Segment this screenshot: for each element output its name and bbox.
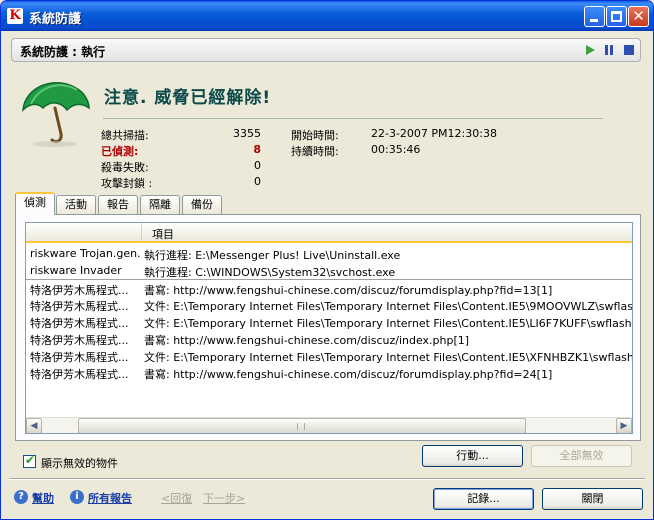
stop-icon[interactable] [624, 45, 634, 55]
close-window-button[interactable]: ✕ [628, 6, 649, 27]
failed-label: 殺毒失敗: [101, 161, 149, 174]
show-inactive-checkbox[interactable]: ✔ [23, 453, 36, 468]
row-item-path: 文件: E:\Temporary Internet Files\Temporar… [144, 317, 633, 330]
table-row[interactable]: riskware Trojan.gen... 執行進程: E:\Messenge… [26, 245, 632, 262]
failed-value: 0 [254, 159, 261, 172]
row-threat-name: 特洛伊芳木馬程式... [30, 300, 129, 313]
table-row[interactable]: 特洛伊芳木馬程式... 文件: E:\Temporary Internet Fi… [26, 347, 632, 364]
tab-detected[interactable]: 偵測 [15, 192, 55, 215]
tab-activity[interactable]: 活動 [56, 195, 96, 214]
scrollbar-thumb[interactable] [78, 418, 526, 433]
start-time-value: 22-3-2007 PM12:30:38 [371, 127, 497, 140]
checkmark-icon: ✔ [25, 453, 36, 467]
minimize-icon [590, 19, 598, 22]
table-row[interactable]: 特洛伊芳木馬程式... 書寫: http://www.fengshui-chin… [26, 279, 632, 297]
kaspersky-app-icon: K [7, 8, 23, 24]
duration-label: 持續時間: [291, 145, 339, 158]
duration-value: 00:35:46 [371, 143, 421, 156]
scroll-right-icon[interactable]: ▶ [616, 418, 632, 433]
play-icon[interactable] [586, 45, 595, 55]
detected-value: 8 [253, 143, 261, 156]
help-icon[interactable]: ? [14, 490, 28, 504]
table-row[interactable]: 特洛伊芳木馬程式... 書寫: http://www.fengshui-chin… [26, 330, 632, 347]
row-item-path: 文件: E:\Temporary Internet Files\Temporar… [144, 300, 633, 313]
scanned-value: 3355 [233, 127, 261, 140]
row-item-path: 文件: E:\Temporary Internet Files\Temporar… [144, 351, 633, 364]
row-threat-name: 特洛伊芳木馬程式... [30, 334, 129, 347]
close-button[interactable]: 關閉 [542, 488, 643, 510]
heading-divider [103, 118, 603, 119]
status-heading: 注意. 威脅已經解除! [104, 88, 272, 108]
blocked-label: 攻擊封鎖 : [101, 177, 153, 190]
table-row[interactable]: 特洛伊芳木馬程式... 文件: E:\Temporary Internet Fi… [26, 296, 632, 313]
main-window: K 系統防護 ✕ 系統防護 : 執行 注意. 威脅已經解除! 總共掃描: 335… [0, 0, 654, 520]
row-threat-name: 特洛伊芳木馬程式... [30, 317, 129, 330]
tab-panel: 項目 riskware Trojan.gen... 執行進程: E:\Messe… [15, 214, 641, 441]
table-row[interactable]: 特洛伊芳木馬程式... 文件: E:\Temporary Internet Fi… [26, 313, 632, 330]
footer-divider [9, 478, 645, 480]
detected-label: 已偵測: [101, 145, 139, 158]
back-link[interactable]: <回復 [161, 490, 192, 506]
detected-objects-list[interactable]: 項目 riskware Trojan.gen... 執行進程: E:\Messe… [25, 222, 633, 434]
tab-backup[interactable]: 備份 [182, 195, 222, 214]
scanned-label: 總共掃描: [101, 129, 149, 142]
window-title: 系統防護 [29, 12, 82, 27]
task-title: 系統防護 : 執行 [20, 45, 106, 59]
row-item-path: 執行進程: C:\WINDOWS\System32\svchost.exe [144, 266, 396, 279]
start-time-label: 開始時間: [291, 129, 339, 142]
disable-all-button[interactable]: 全部無效 [531, 445, 632, 467]
blocked-value: 0 [254, 175, 261, 188]
list-header: 項目 [26, 223, 632, 243]
title-bar[interactable]: K 系統防護 ✕ [1, 1, 653, 31]
row-item-path: 書寫: http://www.fengshui-chinese.com/disc… [144, 368, 553, 381]
row-threat-name: 特洛伊芳木馬程式... [30, 368, 129, 381]
grip-icon [297, 423, 305, 430]
maximize-button[interactable] [606, 6, 627, 27]
row-threat-name: riskware Invader [30, 264, 122, 277]
scroll-left-icon[interactable]: ◀ [26, 418, 42, 433]
next-link[interactable]: 下一步> [203, 490, 245, 506]
row-item-path: 執行進程: E:\Messenger Plus! Live\Uninstall.… [144, 249, 401, 262]
table-row[interactable]: riskware Invader 執行進程: C:\WINDOWS\System… [26, 262, 632, 279]
pause-icon[interactable] [605, 45, 613, 55]
column-header-item[interactable]: 項目 [152, 226, 174, 242]
task-header: 系統防護 : 執行 [11, 38, 641, 62]
column-header-object[interactable] [26, 223, 142, 241]
row-threat-name: 特洛伊芳木馬程式... [30, 351, 129, 364]
minimize-button[interactable] [584, 6, 605, 27]
all-reports-link[interactable]: 所有報告 [88, 490, 132, 506]
umbrella-icon [22, 81, 90, 147]
tab-quarantine[interactable]: 隔離 [140, 195, 180, 214]
table-row[interactable]: 特洛伊芳木馬程式... 書寫: http://www.fengshui-chin… [26, 364, 632, 381]
close-icon: ✕ [632, 7, 645, 25]
row-threat-name: riskware Trojan.gen... [30, 247, 140, 260]
show-inactive-label[interactable]: 顯示無效的物件 [41, 455, 118, 471]
log-button[interactable]: 記錄... [433, 488, 534, 510]
horizontal-scrollbar[interactable]: ◀ ▶ [26, 417, 632, 433]
tab-reports[interactable]: 報告 [98, 195, 138, 214]
info-icon[interactable]: i [70, 490, 84, 504]
row-item-path: 書寫: http://www.fengshui-chinese.com/disc… [144, 334, 470, 347]
maximize-icon [611, 11, 622, 22]
help-link[interactable]: 幫助 [32, 490, 54, 506]
action-button[interactable]: 行動... [422, 445, 523, 467]
